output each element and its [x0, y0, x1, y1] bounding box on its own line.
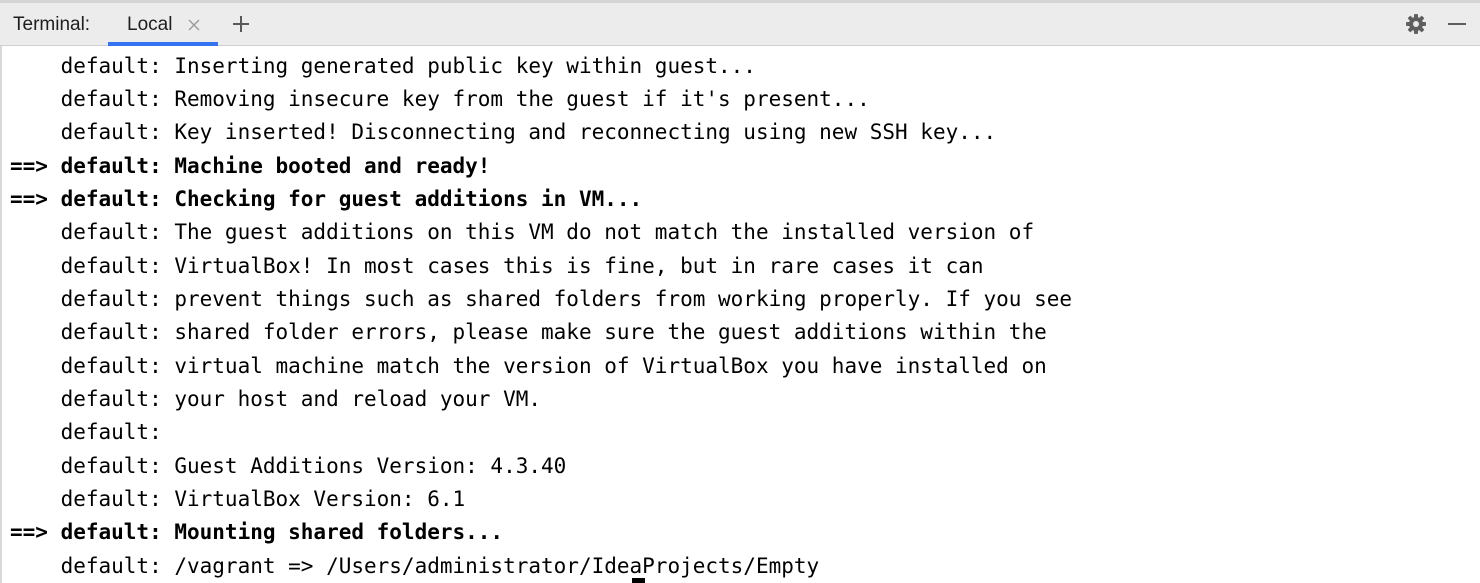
tab-label: Local [127, 14, 173, 35]
output-line: default: Key inserted! Disconnecting and… [10, 120, 997, 144]
terminal-header: Terminal: Local [0, 3, 1480, 46]
output-line: default: Guest Additions Version: 4.3.40 [10, 454, 567, 478]
output-line: default: shared folder errors, please ma… [10, 320, 1047, 344]
text-cursor [632, 578, 645, 583]
tab-local[interactable]: Local [108, 3, 218, 46]
output-line: ==> default: Machine booted and ready! [10, 154, 491, 178]
output-line: default: prevent things such as shared f… [10, 287, 1073, 311]
plus-icon[interactable] [231, 14, 251, 34]
minimize-icon[interactable] [1446, 13, 1468, 35]
output-line: default: your host and reload your VM. [10, 387, 542, 411]
output-line: default: [10, 420, 162, 444]
output-line: ==> default: Mounting shared folders... [10, 520, 504, 544]
output-line: default: /vagrant => /Users/administrato… [10, 554, 820, 578]
output-line: default: VirtualBox! In most cases this … [10, 254, 984, 278]
output-line: default: The guest additions on this VM … [10, 220, 1035, 244]
output-line: default: VirtualBox Version: 6.1 [10, 487, 466, 511]
terminal-output[interactable]: default: Inserting generated public key … [0, 46, 1480, 583]
terminal-tool-window: Terminal: Local default: Inserting gener… [0, 0, 1480, 583]
output-line: default: Removing insecure key from the … [10, 87, 870, 111]
terminal-title: Terminal: [13, 14, 91, 35]
output-line: default: Inserting generated public key … [10, 54, 756, 78]
gear-icon[interactable] [1405, 13, 1427, 35]
close-icon[interactable] [186, 17, 202, 33]
output-line: default: virtual machine match the versi… [10, 354, 1047, 378]
output-line: ==> default: Checking for guest addition… [10, 187, 643, 211]
